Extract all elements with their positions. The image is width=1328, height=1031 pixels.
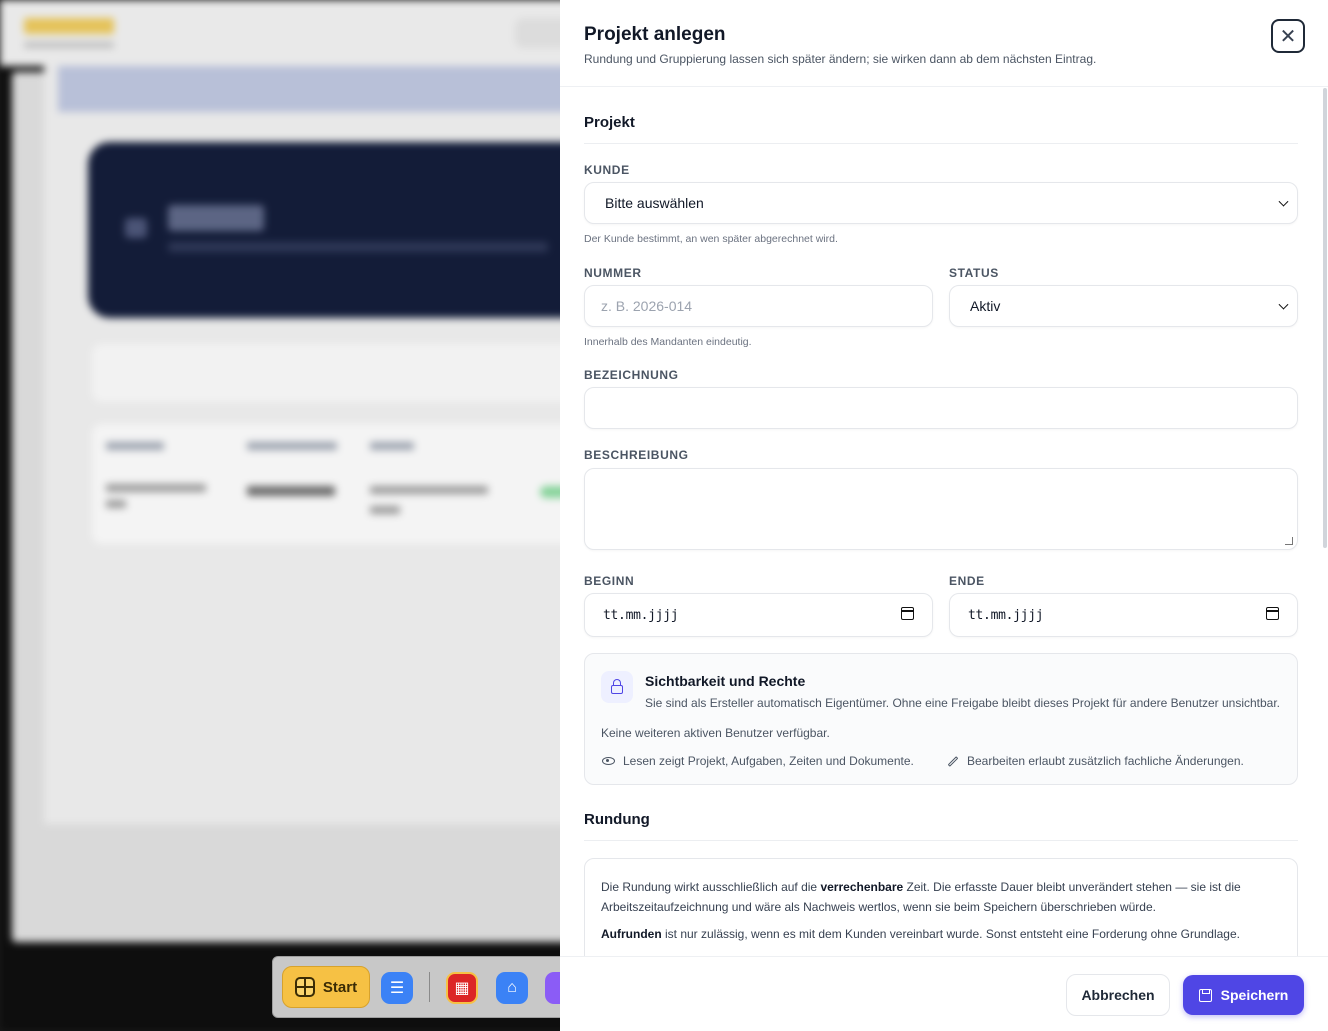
rounding-paragraph-2: Aufrunden ist nur zulässig, wenn es mit … [601,927,1240,941]
grid-icon [294,977,315,997]
resize-handle-icon[interactable] [1285,537,1293,545]
end-date-value: tt.mm.jjjj [968,607,1044,623]
drawer-header: Projekt anlegen Rundung und Gruppierung … [560,0,1328,87]
end-date-input[interactable]: tt.mm.jjjj [949,593,1298,637]
close-button[interactable]: ✕ [1271,19,1305,53]
customer-hint: Der Kunde bestimmt, an wen später abgere… [584,233,838,245]
permissions-title: Sichtbarkeit und Rechte [645,673,806,689]
status-select[interactable]: Aktiv [949,285,1298,327]
save-button-label: Speichern [1220,987,1289,1003]
save-icon [1198,988,1212,1002]
section-title-project: Projekt [584,114,635,131]
name-label: BEZEICHNUNG [584,368,679,382]
start-button-label: Start [322,978,358,996]
description-textarea[interactable] [584,468,1298,550]
read-legend: Lesen zeigt Projekt, Aufgaben, Zeiten un… [602,754,914,768]
customer-select-value: Bitte auswählen [605,195,704,211]
scrollbar[interactable] [1323,88,1327,548]
sliders-icon[interactable]: ☰ [381,972,413,1004]
description-label: BESCHREIBUNG [584,448,689,462]
drawer-subtitle: Rundung und Gruppierung lassen sich spät… [584,52,1097,66]
drawer-body[interactable]: Projekt KUNDE Bitte auswählen Der Kunde … [560,88,1328,956]
section-title-rounding: Rundung [584,811,650,828]
save-button[interactable]: Speichern [1183,975,1304,1015]
taskbar-divider [429,972,430,1002]
number-input[interactable]: z. B. 2026-014 [584,285,933,327]
permissions-panel: Sichtbarkeit und Rechte Sie sind als Ers… [584,653,1298,785]
status-label: STATUS [949,266,999,280]
status-select-value: Aktiv [970,298,1001,314]
customer-select[interactable]: Bitte auswählen [584,182,1298,224]
rounding-info-box: Die Rundung wirkt ausschließlich auf die… [584,858,1298,956]
start-date-label: BEGINN [584,574,635,588]
eye-icon [602,757,615,765]
app-logo [24,18,114,34]
end-date-label: ENDE [949,574,985,588]
section-divider [584,840,1298,841]
read-legend-text: Lesen zeigt Projekt, Aufgaben, Zeiten un… [623,754,914,768]
rounding-paragraph-1: Die Rundung wirkt ausschließlich auf die… [601,880,1241,914]
create-project-drawer: Projekt anlegen Rundung und Gruppierung … [560,0,1328,1031]
edit-legend: Bearbeiten erlaubt zusätzlich fachliche … [947,754,1244,768]
projects-hero-banner [88,142,560,318]
name-input[interactable] [584,387,1298,429]
drawer-title: Projekt anlegen [584,24,726,45]
chevron-down-icon [1278,196,1289,207]
users-icon[interactable] [545,972,560,1004]
pencil-icon [947,755,959,767]
permissions-description: Sie sind als Ersteller automatisch Eigen… [645,696,1281,710]
start-button[interactable]: Start [282,966,370,1008]
calendar-app-icon[interactable]: ▦ [446,972,478,1004]
close-icon: ✕ [1279,25,1297,48]
edit-legend-text: Bearbeiten erlaubt zusätzlich fachliche … [967,754,1244,768]
drawer-footer: Abbrechen Speichern [560,956,1328,1031]
chevron-down-icon [1278,299,1289,310]
background-app [0,0,560,1031]
number-input-placeholder: z. B. 2026-014 [601,298,693,314]
section-divider [584,143,1298,144]
calendar-icon[interactable] [901,607,914,620]
calendar-icon[interactable] [1266,607,1279,620]
no-users-message: Keine weiteren aktiven Benutzer verfügba… [601,726,830,740]
search-icon [515,18,560,48]
lock-icon [601,671,633,703]
customer-label: KUNDE [584,163,630,177]
start-date-value: tt.mm.jjjj [603,607,679,623]
folder-icon [125,218,147,238]
number-label: NUMMER [584,266,642,280]
home-icon[interactable]: ⌂ [496,972,528,1004]
start-date-input[interactable]: tt.mm.jjjj [584,593,933,637]
number-hint: Innerhalb des Mandanten eindeutig. [584,336,752,348]
cancel-button[interactable]: Abbrechen [1066,974,1170,1016]
